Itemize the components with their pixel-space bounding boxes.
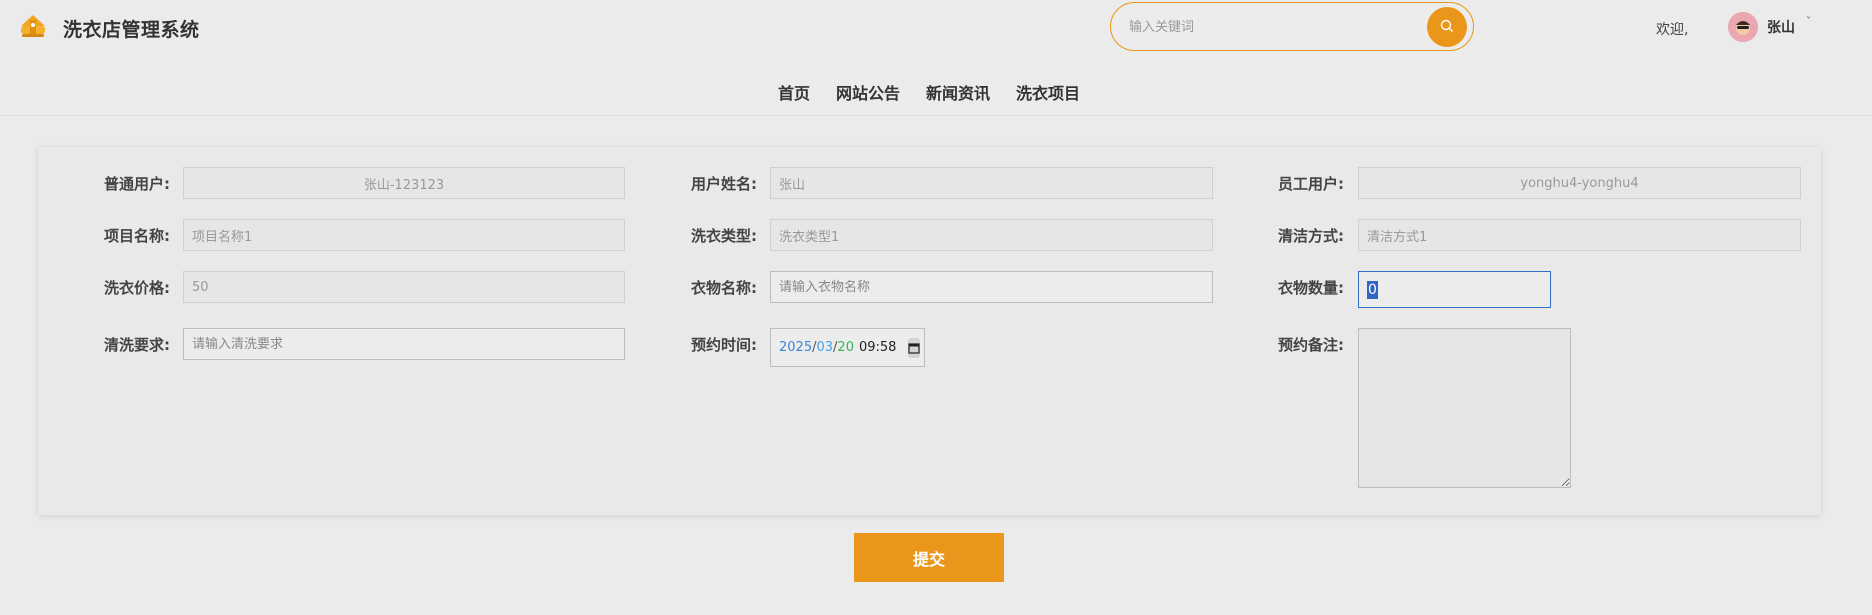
chevron-down-icon[interactable]: ˅ — [1806, 16, 1811, 27]
price-label: 洗衣价格: — [104, 279, 170, 297]
staff-user-label: 员工用户: — [1278, 175, 1344, 193]
user-name[interactable]: 张山 — [1767, 17, 1795, 37]
laundry-type-label: 洗衣类型: — [691, 227, 757, 245]
staff-user-field — [1358, 167, 1801, 199]
regular-user-label: 普通用户: — [104, 175, 170, 193]
avatar[interactable] — [1728, 12, 1758, 42]
booking-time-input[interactable]: 2025/03/20 09:58 — [770, 328, 925, 367]
user-name-label: 用户姓名: — [691, 175, 757, 193]
logo-icon[interactable] — [18, 12, 48, 40]
item-name-field — [183, 219, 625, 251]
site-title: 洗衣店管理系统 — [63, 19, 200, 41]
clean-req-input[interactable] — [183, 328, 625, 360]
clothes-name-input[interactable] — [770, 271, 1213, 303]
date-year: 2025 — [779, 340, 813, 355]
search-input[interactable] — [1129, 15, 1399, 39]
clean-method-field — [1358, 219, 1801, 251]
calendar-icon[interactable] — [908, 337, 921, 358]
item-name-label: 项目名称: — [104, 227, 170, 245]
search-icon — [1440, 18, 1454, 37]
search-button[interactable] — [1427, 7, 1467, 47]
main-nav: 首页 网站公告 新闻资讯 洗衣项目 — [0, 56, 1872, 116]
nav-item-news[interactable]: 新闻资讯 — [926, 80, 990, 104]
price-field — [183, 271, 625, 303]
regular-user-field — [183, 167, 625, 199]
clean-req-label: 清洗要求: — [104, 336, 170, 354]
header: 洗衣店管理系统 欢迎, 张山 ˅ — [0, 0, 1872, 55]
date-time: 09:58 — [858, 340, 897, 355]
welcome-text: 欢迎, — [1656, 22, 1689, 38]
nav-item-home[interactable]: 首页 — [778, 80, 810, 104]
submit-button[interactable]: 提交 — [854, 533, 1004, 582]
clothes-qty-input[interactable]: 0 — [1358, 271, 1551, 308]
search-box — [1110, 2, 1474, 51]
clean-method-label: 清洁方式: — [1278, 227, 1344, 245]
clothes-name-label: 衣物名称: — [691, 279, 757, 297]
date-month: 03 — [816, 340, 834, 355]
user-name-field — [770, 167, 1213, 199]
booking-note-label: 预约备注: — [1278, 336, 1344, 354]
laundry-type-field — [770, 219, 1213, 251]
booking-note-textarea[interactable] — [1358, 328, 1571, 488]
date-day: 20 — [837, 340, 854, 355]
booking-time-label: 预约时间: — [691, 336, 757, 354]
clothes-qty-label: 衣物数量: — [1278, 279, 1344, 297]
nav-item-announcements[interactable]: 网站公告 — [836, 80, 900, 104]
clothes-qty-value: 0 — [1367, 281, 1378, 299]
nav-item-laundry-items[interactable]: 洗衣项目 — [1016, 80, 1080, 104]
